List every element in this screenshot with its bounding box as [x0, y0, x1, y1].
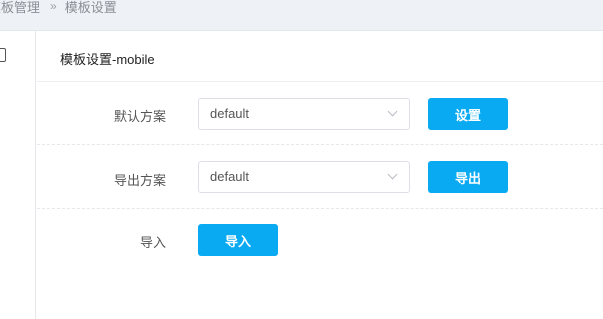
export-scheme-select[interactable]: default: [198, 161, 410, 193]
default-scheme-select-value: default: [210, 106, 250, 121]
import-row: 导入 导入: [37, 210, 603, 273]
set-button[interactable]: 设置: [428, 98, 508, 130]
default-scheme-label: 默认方案: [113, 109, 166, 124]
default-scheme-row: 默认方案 default 设置: [37, 82, 603, 145]
breadcrumb-item-template-settings: 模板设置: [64, 0, 117, 15]
export-scheme-label: 导出方案: [113, 173, 166, 188]
export-button[interactable]: 导出: [428, 161, 508, 193]
import-button[interactable]: 导入: [198, 224, 278, 256]
export-scheme-row: 导出方案 default 导出: [37, 146, 603, 209]
mobile-device-icon[interactable]: [0, 48, 6, 62]
page-title: 模板设置-mobile: [60, 52, 155, 67]
import-label: 导入: [139, 235, 166, 250]
breadcrumb: 模板管理 » 模板设置: [0, 0, 117, 16]
breadcrumb-bar: 模板管理 » 模板设置: [0, 0, 603, 31]
breadcrumb-separator-icon: »: [50, 0, 57, 13]
breadcrumb-item-template-management[interactable]: 模板管理: [0, 0, 40, 16]
chevron-down-icon: [387, 106, 398, 117]
chevron-down-icon: [387, 169, 398, 180]
main-panel: 模板设置-mobile 默认方案 default 设置 导出方案 default…: [37, 31, 603, 319]
export-scheme-select-value: default: [210, 169, 250, 184]
left-rail: [0, 31, 36, 319]
default-scheme-select[interactable]: default: [198, 98, 410, 130]
